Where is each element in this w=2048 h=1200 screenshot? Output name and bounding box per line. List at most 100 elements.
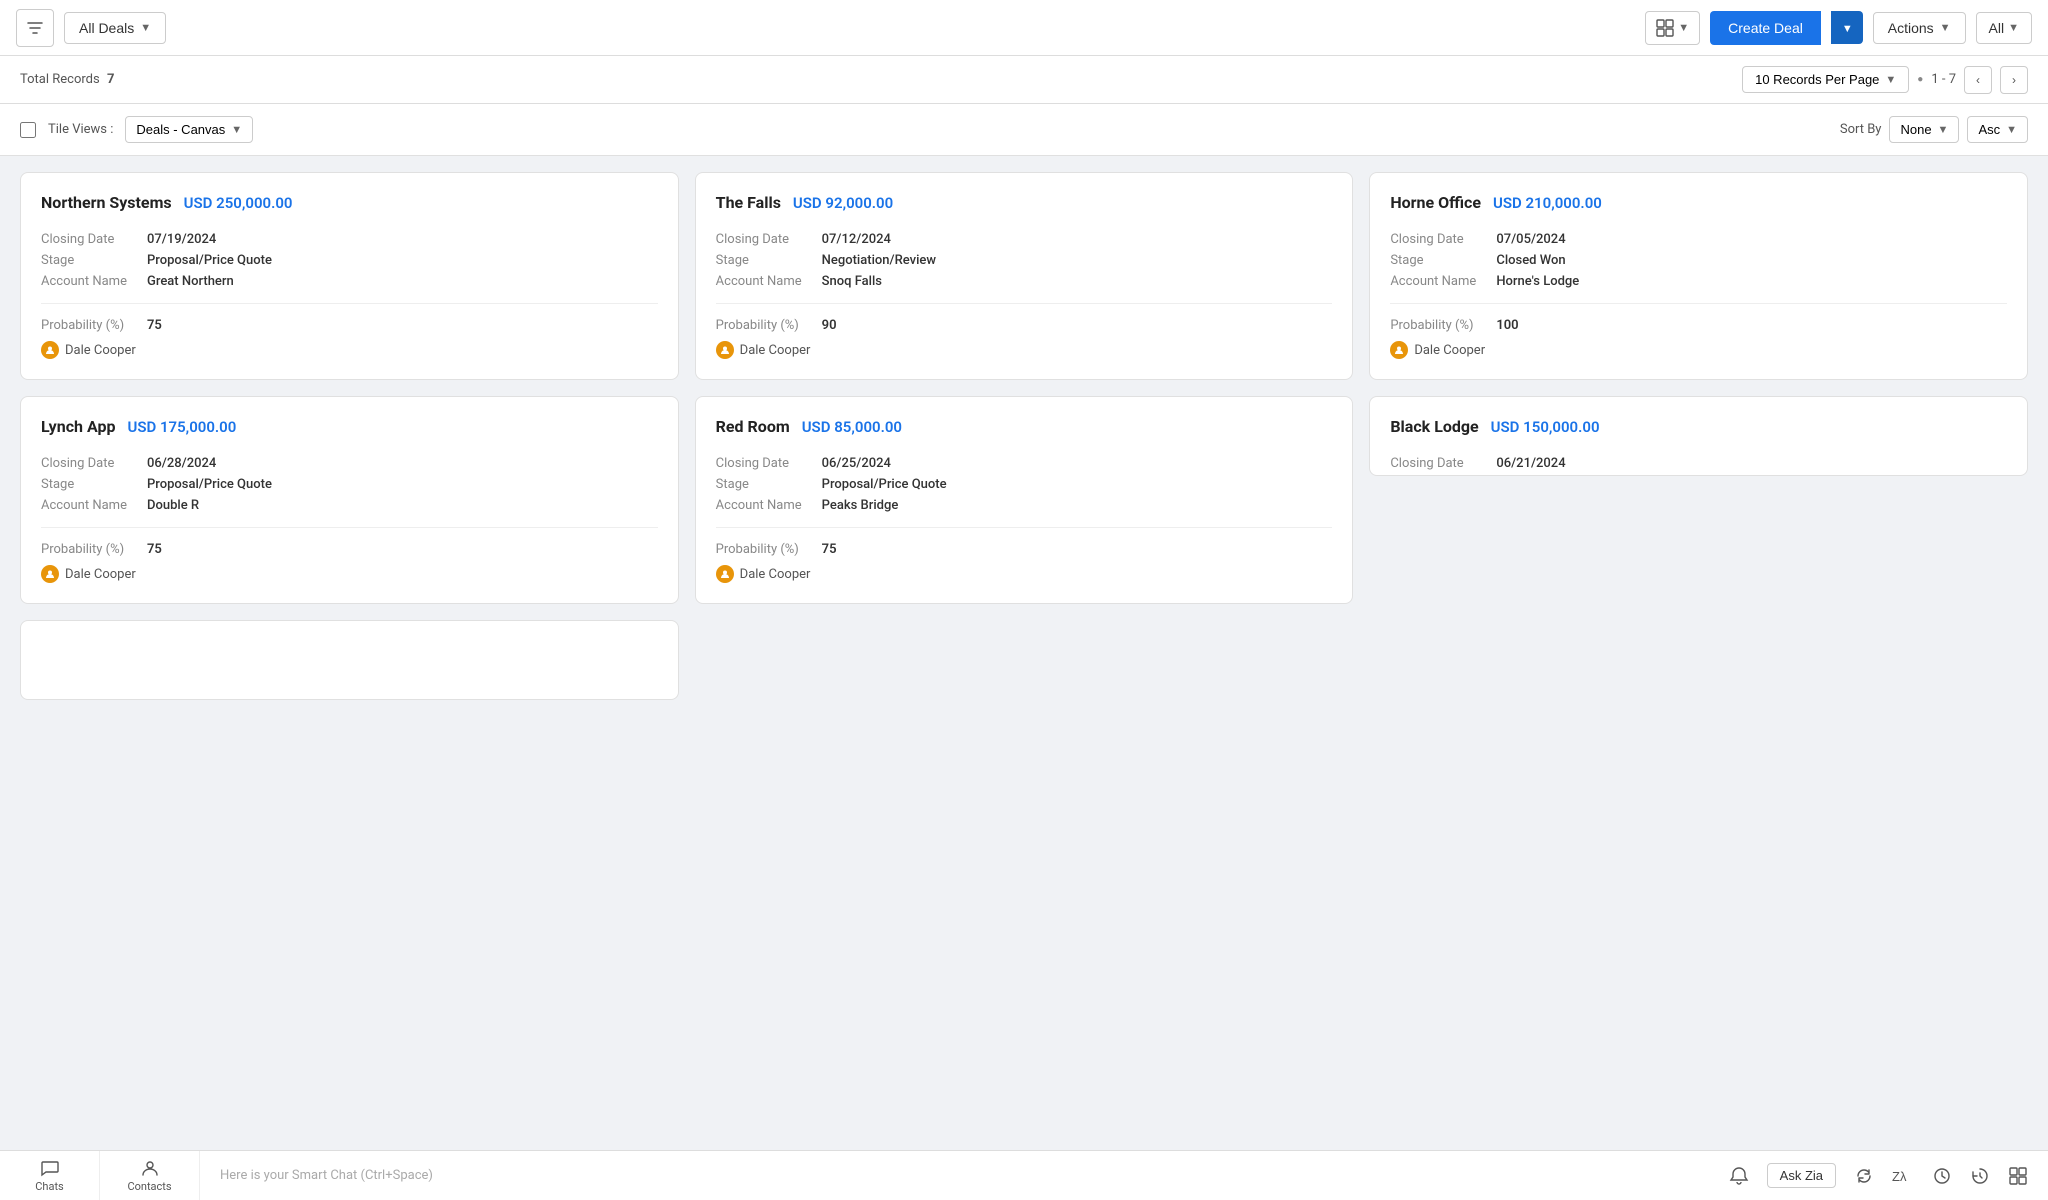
refresh-button[interactable] — [1854, 1166, 1874, 1186]
account-name-value: Peaks Bridge — [822, 498, 899, 513]
settings-bottom-button[interactable] — [2008, 1166, 2028, 1186]
closing-date-value: 07/19/2024 — [147, 232, 216, 247]
closing-date-label: Closing Date — [716, 456, 816, 471]
probability-field: Probability (%) 75 — [41, 542, 658, 557]
per-page-button[interactable]: 10 Records Per Page ▼ — [1742, 66, 1909, 93]
owner-name: Dale Cooper — [740, 343, 811, 358]
owner-avatar-icon — [41, 565, 59, 583]
closing-date-label: Closing Date — [41, 456, 141, 471]
stage-value: Proposal/Price Quote — [147, 253, 272, 268]
probability-value: 100 — [1496, 318, 1518, 333]
card-owner: Dale Cooper — [1390, 341, 2007, 359]
closing-date-value: 07/05/2024 — [1496, 232, 1565, 247]
prev-page-button[interactable]: ‹ — [1964, 66, 1992, 94]
probability-value: 90 — [822, 318, 837, 333]
sort-none-value: None — [1900, 122, 1931, 137]
sort-none-button[interactable]: None ▼ — [1889, 116, 1959, 143]
stage-field: Stage Proposal/Price Quote — [716, 477, 1333, 492]
pagination-controls: 10 Records Per Page ▼ ● 1 - 7 ‹ › — [1742, 66, 2028, 94]
card-owner: Dale Cooper — [716, 341, 1333, 359]
filter-button[interactable] — [16, 9, 54, 47]
owner-avatar-icon — [1390, 341, 1408, 359]
deal-name: The Falls — [716, 193, 781, 212]
create-deal-dropdown-button[interactable]: ▼ — [1831, 11, 1863, 44]
sort-order-button[interactable]: Asc ▼ — [1967, 116, 2028, 143]
deal-amount: USD 85,000.00 — [802, 418, 902, 436]
grid-view-button[interactable]: ▼ — [1645, 11, 1700, 45]
stage-field: Stage Closed Won — [1390, 253, 2007, 268]
closing-date-field: Closing Date 06/25/2024 — [716, 456, 1333, 471]
deal-name: Horne Office — [1390, 193, 1481, 212]
notification-button[interactable] — [1729, 1166, 1749, 1186]
deal-card-horne-office[interactable]: Horne Office USD 210,000.00 Closing Date… — [1369, 172, 2028, 380]
closing-date-label: Closing Date — [1390, 456, 1490, 471]
contacts-tab[interactable]: Contacts — [100, 1151, 200, 1200]
deal-card-red-room[interactable]: Red Room USD 85,000.00 Closing Date 06/2… — [695, 396, 1354, 604]
closing-date-value: 06/28/2024 — [147, 456, 216, 471]
top-toolbar: All Deals ▼ ▼ Create Deal ▼ Actions ▼ Al… — [0, 0, 2048, 56]
select-all-checkbox[interactable] — [20, 122, 36, 138]
sort-section: Sort By None ▼ Asc ▼ — [1840, 116, 2028, 143]
sort-by-label: Sort By — [1840, 122, 1882, 137]
card-header: Lynch App USD 175,000.00 — [41, 417, 658, 436]
svg-text:Zλ: Zλ — [1892, 1169, 1907, 1184]
account-name-label: Account Name — [41, 274, 141, 289]
deal-name: Black Lodge — [1390, 417, 1478, 436]
all-chevron: ▼ — [2008, 22, 2019, 34]
account-name-label: Account Name — [716, 274, 816, 289]
account-name-value: Snoq Falls — [822, 274, 882, 289]
closing-date-field: Closing Date 06/21/2024 — [1390, 456, 2007, 471]
all-label: All — [1989, 20, 2005, 36]
card-divider — [41, 303, 658, 304]
deal-card-partial[interactable] — [20, 620, 679, 700]
deal-card-the-falls[interactable]: The Falls USD 92,000.00 Closing Date 07/… — [695, 172, 1354, 380]
create-deal-dropdown-chevron: ▼ — [1842, 23, 1853, 35]
page-range: 1 - 7 — [1931, 72, 1956, 87]
owner-name: Dale Cooper — [1414, 343, 1485, 358]
sort-none-chevron: ▼ — [1938, 124, 1949, 136]
deal-amount: USD 150,000.00 — [1491, 418, 1600, 436]
actions-button[interactable]: Actions ▼ — [1873, 12, 1966, 44]
deal-card-lynch-app[interactable]: Lynch App USD 175,000.00 Closing Date 06… — [20, 396, 679, 604]
probability-field: Probability (%) 75 — [41, 318, 658, 333]
deal-amount: USD 250,000.00 — [184, 194, 293, 212]
create-deal-button[interactable]: Create Deal — [1710, 11, 1821, 45]
text-zoom-button[interactable]: Zλ — [1892, 1166, 1914, 1186]
account-name-field: Account Name Peaks Bridge — [716, 498, 1333, 513]
closing-date-field: Closing Date 07/05/2024 — [1390, 232, 2007, 247]
smart-chat-placeholder: Here is your Smart Chat (Ctrl+Space) — [220, 1168, 433, 1183]
clock-button[interactable] — [1932, 1166, 1952, 1186]
total-records-label: Total Records 7 — [20, 72, 114, 87]
deal-amount: USD 175,000.00 — [127, 418, 236, 436]
all-deals-button[interactable]: All Deals ▼ — [64, 12, 166, 44]
account-name-label: Account Name — [1390, 274, 1490, 289]
owner-avatar-icon — [716, 341, 734, 359]
history-button[interactable] — [1970, 1166, 1990, 1186]
chats-tab[interactable]: Chats — [0, 1151, 100, 1200]
owner-avatar-icon — [41, 341, 59, 359]
deal-card-black-lodge[interactable]: Black Lodge USD 150,000.00 Closing Date … — [1369, 396, 2028, 476]
next-page-button[interactable]: › — [2000, 66, 2028, 94]
deal-amount: USD 210,000.00 — [1493, 194, 1602, 212]
tile-view-chevron: ▼ — [231, 124, 242, 136]
stage-label: Stage — [716, 477, 816, 492]
closing-date-field: Closing Date 06/28/2024 — [41, 456, 658, 471]
tile-view-select-button[interactable]: Deals - Canvas ▼ — [125, 116, 253, 143]
closing-date-label: Closing Date — [41, 232, 141, 247]
closing-date-label: Closing Date — [1390, 232, 1490, 247]
deal-card-northern-systems[interactable]: Northern Systems USD 250,000.00 Closing … — [20, 172, 679, 380]
probability-field: Probability (%) 100 — [1390, 318, 2007, 333]
all-button[interactable]: All ▼ — [1976, 12, 2032, 44]
account-name-field: Account Name Double R — [41, 498, 658, 513]
stage-label: Stage — [41, 477, 141, 492]
account-name-field: Account Name Great Northern — [41, 274, 658, 289]
deal-name: Red Room — [716, 417, 790, 436]
tile-view-value: Deals - Canvas — [136, 122, 225, 137]
card-header: Black Lodge USD 150,000.00 — [1390, 417, 2007, 436]
sort-order-value: Asc — [1978, 122, 2000, 137]
smart-chat-input[interactable]: Here is your Smart Chat (Ctrl+Space) — [200, 1168, 1709, 1183]
card-divider — [41, 527, 658, 528]
probability-field: Probability (%) 90 — [716, 318, 1333, 333]
probability-label: Probability (%) — [1390, 318, 1490, 333]
ask-zia-button[interactable]: Ask Zia — [1767, 1163, 1836, 1188]
